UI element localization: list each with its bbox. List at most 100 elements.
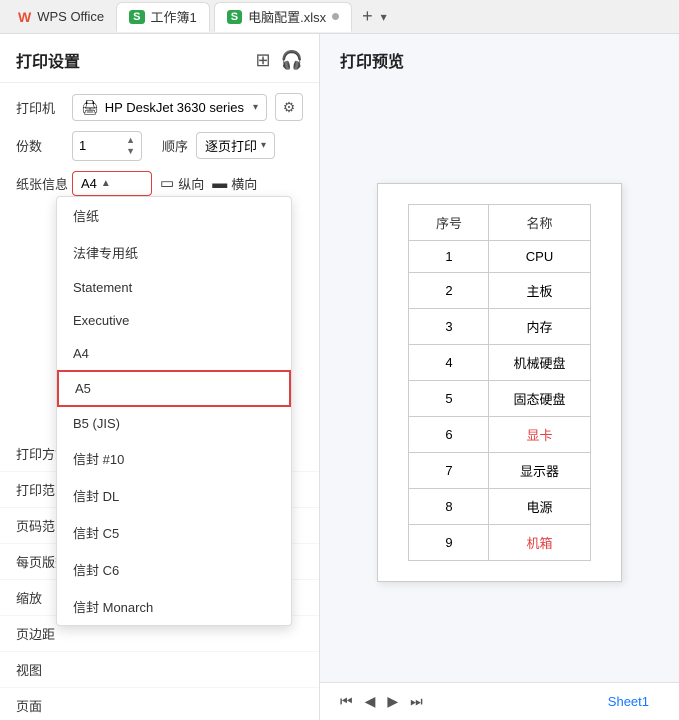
copies-up-arrow[interactable]: ▲ <box>126 135 135 146</box>
portrait-button[interactable]: ▭ 纵向 <box>160 174 204 193</box>
tab-add-button[interactable]: + <box>356 6 379 27</box>
row2-name: 主板 <box>489 272 590 308</box>
printer-icon: 🖨 <box>81 99 99 116</box>
order-value: 逐页打印 <box>205 136 257 155</box>
nav-first-button[interactable]: ⏮ <box>336 691 357 712</box>
row1-name: CPU <box>489 240 590 272</box>
dropdown-item-b5[interactable]: B5 (JIS) <box>57 407 291 440</box>
row4-name: 机械硬盘 <box>489 344 590 380</box>
paper-label: 纸张信息 <box>16 174 72 193</box>
tab-pcconfig[interactable]: S 电脑配置.xlsx <box>214 2 352 32</box>
tab-dot <box>332 13 339 20</box>
row8-name: 电源 <box>489 488 590 524</box>
tab-wps-label: WPS Office <box>37 9 104 24</box>
preview-table-wrapper: 序号 名称 1 CPU 2 主板 <box>377 183 621 582</box>
nav-next-button[interactable]: ▶ <box>383 691 402 712</box>
paper-row: 纸张信息 A4 ▲ 信纸 法律专用纸 Statement Executive <box>16 171 303 196</box>
printer-value: HP DeskJet 3630 series <box>105 100 253 115</box>
row6-name: 显卡 <box>489 416 590 452</box>
wps-icon: W <box>18 9 31 25</box>
preview-title: 打印预览 <box>320 34 679 82</box>
printer-settings-button[interactable]: ⚙ <box>275 93 303 121</box>
copies-row: 份数 1 ▲ ▼ 顺序 逐页打印 ▾ <box>16 131 303 161</box>
paper-value: A4 <box>81 176 97 191</box>
table-row: 8 电源 <box>409 488 590 524</box>
printer-select[interactable]: 🖨 HP DeskJet 3630 series ▾ <box>72 94 267 121</box>
layout-icon[interactable]: ⊞ <box>255 50 270 71</box>
dropdown-item-monarch[interactable]: 信封 Monarch <box>57 588 291 625</box>
row7-num: 7 <box>409 452 489 488</box>
row4-num: 4 <box>409 344 489 380</box>
table-row: 4 机械硬盘 <box>409 344 590 380</box>
dropdown-item-env10[interactable]: 信封 #10 <box>57 440 291 477</box>
row7-name: 显示器 <box>489 452 590 488</box>
landscape-icon: ▬ <box>212 175 227 192</box>
tab-workbook1-label: 工作簿1 <box>151 7 197 26</box>
copies-value: 1 <box>79 138 86 153</box>
preview-nav: ⏮ ◀ ▶ ⏭ Sheet1 <box>320 682 679 720</box>
dropdown-item-xin[interactable]: 信纸 <box>57 197 291 234</box>
dropdown-item-envc6[interactable]: 信封 C6 <box>57 551 291 588</box>
dropdown-item-a5[interactable]: A5 <box>57 370 291 407</box>
print-preview-panel: 打印预览 序号 名称 1 CPU <box>320 34 679 720</box>
table-row: 7 显示器 <box>409 452 590 488</box>
dropdown-item-a4[interactable]: A4 <box>57 337 291 370</box>
headset-icon[interactable]: 🎧 <box>281 50 303 71</box>
table-row: 3 内存 <box>409 308 590 344</box>
table-row: 2 主板 <box>409 272 590 308</box>
sidebar-item-view[interactable]: 视图 <box>0 652 319 688</box>
tab-wps[interactable]: W WPS Office <box>6 2 116 32</box>
nav-prev-button[interactable]: ◀ <box>361 691 380 712</box>
row3-num: 3 <box>409 308 489 344</box>
col-header-name: 名称 <box>489 204 590 240</box>
copies-down-arrow[interactable]: ▼ <box>126 146 135 157</box>
portrait-icon: ▭ <box>160 174 174 192</box>
row9-num: 9 <box>409 524 489 560</box>
order-chevron: ▾ <box>261 140 266 151</box>
dropdown-item-envc5[interactable]: 信封 C5 <box>57 514 291 551</box>
row8-num: 8 <box>409 488 489 524</box>
printer-chevron: ▾ <box>253 102 258 113</box>
dropdown-item-law[interactable]: 法律专用纸 <box>57 234 291 271</box>
row6-num: 6 <box>409 416 489 452</box>
paper-arrow-up: ▲ <box>101 178 111 189</box>
printer-label: 打印机 <box>16 98 72 117</box>
sheet1-tab[interactable]: Sheet1 <box>594 691 663 712</box>
tab-chevron[interactable]: ▾ <box>381 10 387 24</box>
orientation-buttons: ▭ 纵向 ▬ 横向 <box>160 174 257 193</box>
panel-header: 打印设置 ⊞ 🎧 <box>0 34 319 83</box>
main-area: 打印设置 ⊞ 🎧 打印机 🖨 HP DeskJet 3630 series ▾ … <box>0 34 679 720</box>
tab-workbook1[interactable]: S 工作簿1 <box>116 2 210 32</box>
order-select[interactable]: 逐页打印 ▾ <box>196 132 275 159</box>
nav-arrows: ⏮ ◀ ▶ ⏭ <box>336 691 427 712</box>
printer-row: 打印机 🖨 HP DeskJet 3630 series ▾ ⚙ <box>16 93 303 121</box>
col-header-num: 序号 <box>409 204 489 240</box>
preview-content: 序号 名称 1 CPU 2 主板 <box>320 82 679 682</box>
s-icon-workbook: S <box>129 10 144 24</box>
copies-input[interactable]: 1 ▲ ▼ <box>72 131 142 161</box>
dropdown-item-executive[interactable]: Executive <box>57 304 291 337</box>
sidebar-item-page[interactable]: 页面 <box>0 688 319 720</box>
table-row: 5 固态硬盘 <box>409 380 590 416</box>
row1-num: 1 <box>409 240 489 272</box>
order-label: 顺序 <box>162 136 188 155</box>
tab-bar: W WPS Office S 工作簿1 S 电脑配置.xlsx + ▾ <box>0 0 679 34</box>
row3-name: 内存 <box>489 308 590 344</box>
preview-table: 序号 名称 1 CPU 2 主板 <box>408 204 590 561</box>
landscape-button[interactable]: ▬ 横向 <box>212 174 257 193</box>
paper-dropdown-menu: 信纸 法律专用纸 Statement Executive A4 A5 B5 (J… <box>56 196 292 626</box>
row5-name: 固态硬盘 <box>489 380 590 416</box>
table-row: 6 显卡 <box>409 416 590 452</box>
print-settings-panel: 打印设置 ⊞ 🎧 打印机 🖨 HP DeskJet 3630 series ▾ … <box>0 34 320 720</box>
table-row: 9 机箱 <box>409 524 590 560</box>
row5-num: 5 <box>409 380 489 416</box>
paper-select[interactable]: A4 ▲ <box>72 171 152 196</box>
copies-arrows: ▲ ▼ <box>126 135 135 157</box>
nav-last-button[interactable]: ⏭ <box>406 691 427 712</box>
dropdown-item-statement[interactable]: Statement <box>57 271 291 304</box>
printer-control: 🖨 HP DeskJet 3630 series ▾ ⚙ <box>72 93 303 121</box>
panel-title: 打印设置 <box>16 48 80 72</box>
copies-label: 份数 <box>16 136 72 155</box>
copies-control: 1 ▲ ▼ 顺序 逐页打印 ▾ <box>72 131 303 161</box>
dropdown-item-envdl[interactable]: 信封 DL <box>57 477 291 514</box>
